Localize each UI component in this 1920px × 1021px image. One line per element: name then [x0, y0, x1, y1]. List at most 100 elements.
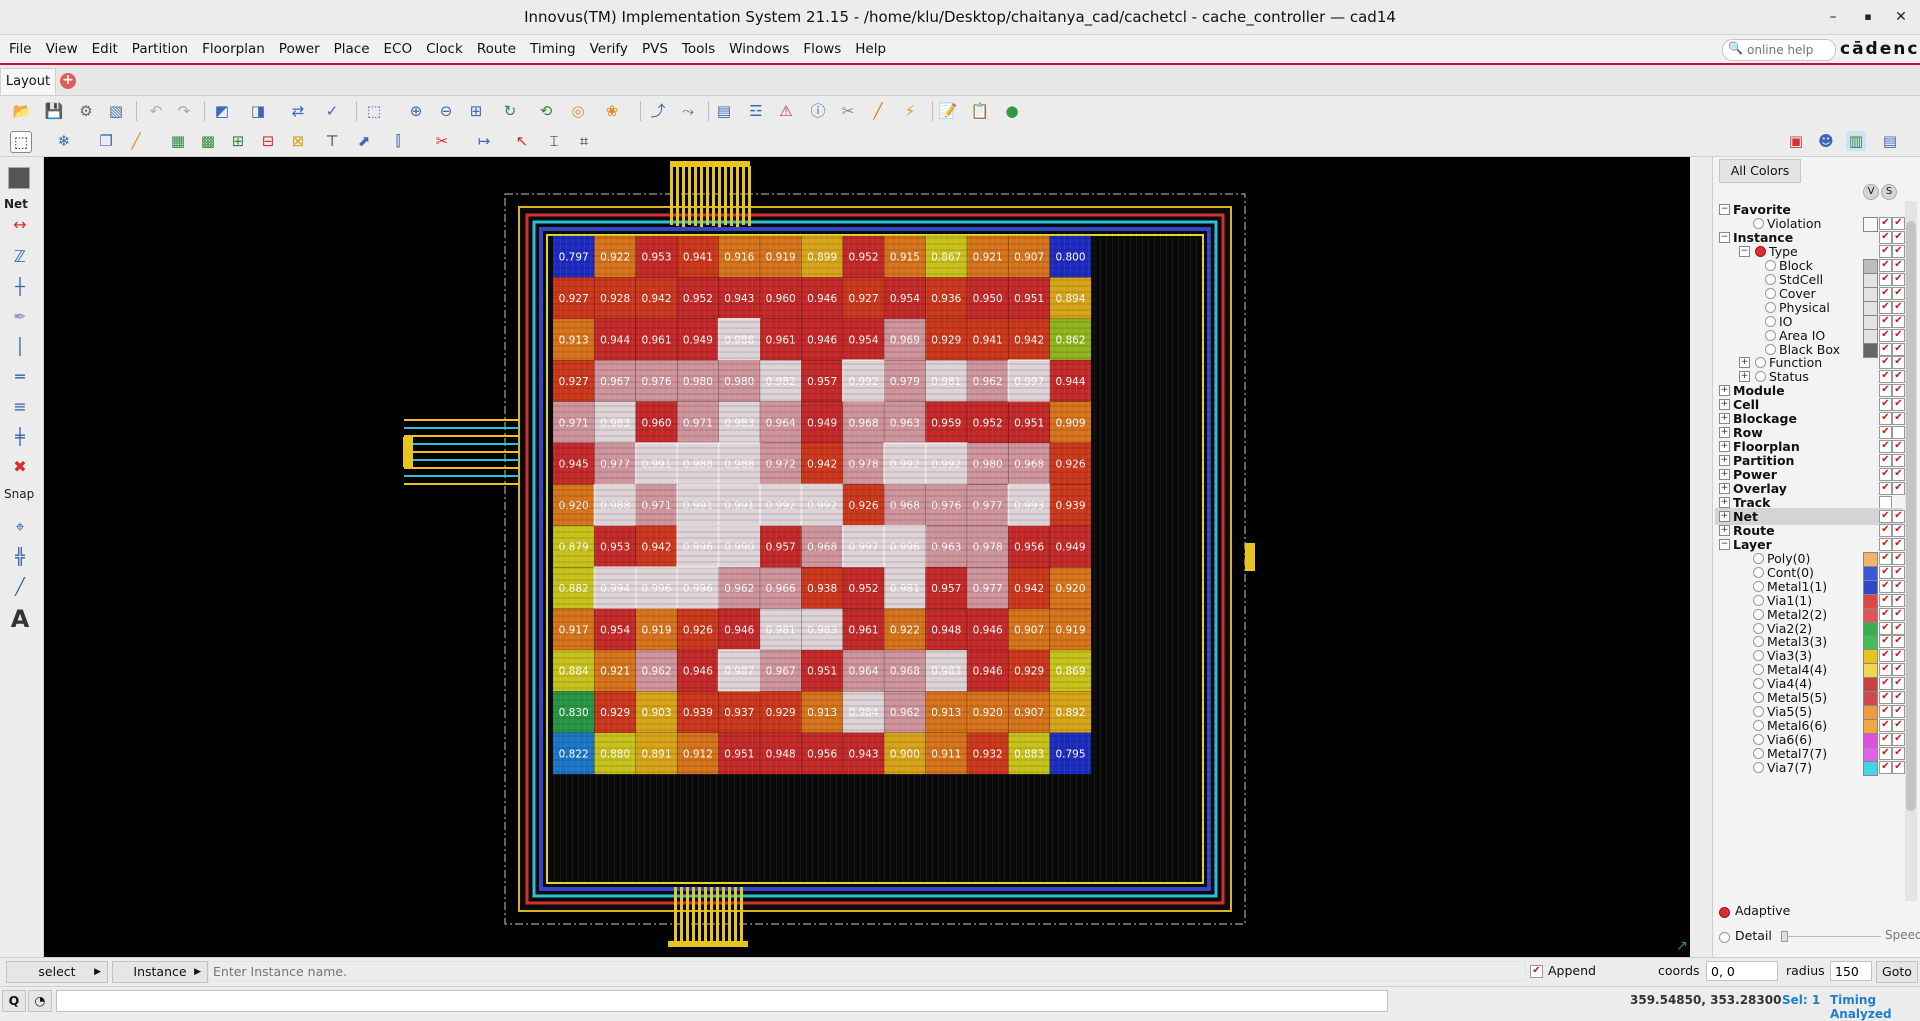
menu-partition[interactable]: Partition [125, 35, 195, 63]
instance-name-input[interactable] [208, 961, 1526, 981]
menu-file[interactable]: File [2, 35, 39, 63]
selectable-radio[interactable] [1765, 315, 1776, 327]
menu-verify[interactable]: Verify [583, 35, 635, 63]
expand-icon[interactable]: + [1719, 510, 1730, 522]
menu-help[interactable]: Help [848, 35, 893, 63]
snap-grid-icon[interactable]: ⌖ [6, 515, 34, 539]
redraw-icon[interactable]: ⟲ [536, 101, 556, 121]
menu-flows[interactable]: Flows [796, 35, 848, 63]
visible-checkbox[interactable]: ✔ [1879, 761, 1892, 774]
selectable-radio[interactable] [1753, 580, 1764, 592]
menu-view[interactable]: View [39, 35, 85, 63]
speed-slider-handle[interactable] [1781, 931, 1788, 942]
expand-icon[interactable]: + [1719, 385, 1730, 397]
menu-timing[interactable]: Timing [523, 35, 583, 63]
panel-scrollbar-thumb[interactable] [1906, 221, 1916, 811]
online-help-search[interactable]: 🔍 [1722, 39, 1836, 61]
expand-icon[interactable]: + [1719, 455, 1730, 467]
route-check-icon[interactable]: ✓ [322, 101, 342, 121]
tree-item-via7-7[interactable]: Via7(7) ✔ ✔ [1715, 759, 1905, 776]
resize-corner-icon[interactable]: ↗ [1676, 938, 1688, 954]
expand-icon[interactable]: + [1719, 427, 1730, 439]
align-icon[interactable]: ⫿ [388, 131, 408, 151]
multi-select-icon[interactable]: ⌗ [574, 131, 594, 151]
timer-icon[interactable]: ◔ [28, 990, 52, 1012]
selectable-toggle-button[interactable]: S [1881, 184, 1897, 200]
menu-place[interactable]: Place [327, 35, 377, 63]
color-layer-icon[interactable] [8, 167, 30, 189]
connectivity-icon[interactable]: ⤳ [678, 101, 698, 121]
diagonal-wire-icon[interactable]: ╱ [6, 575, 34, 599]
route-icon[interactable]: ⇄ [288, 101, 308, 121]
close-button[interactable]: ✕ [1888, 6, 1914, 28]
zoom-out-icon[interactable]: ⊖ [436, 101, 456, 121]
layout-canvas[interactable]: 0.7970.9220.9530.9410.9160.9190.8990.952… [44, 157, 1690, 957]
selectable-radio[interactable] [1753, 748, 1764, 760]
selectable-checkbox[interactable]: ✔ [1892, 761, 1905, 774]
expand-icon[interactable]: + [1719, 483, 1730, 494]
selectable-radio[interactable] [1753, 622, 1764, 634]
text-tool-icon[interactable]: A [6, 607, 34, 631]
spacing-icon[interactable]: ≡ [6, 395, 34, 419]
clipboard-icon[interactable]: 📋 [970, 101, 990, 121]
visible-toggle-button[interactable]: V [1863, 184, 1879, 200]
detail-radio[interactable] [1719, 932, 1730, 943]
selectable-radio[interactable] [1753, 608, 1764, 620]
menu-pvs[interactable]: PVS [635, 35, 675, 63]
expand-icon[interactable]: + [1719, 413, 1730, 425]
tab-layout[interactable]: Layout [0, 68, 56, 95]
place-design-icon[interactable]: ◩ [212, 101, 232, 121]
selectable-radio[interactable] [1753, 650, 1764, 662]
selectable-radio[interactable] [1753, 217, 1764, 229]
selectable-radio[interactable] [1765, 273, 1776, 285]
refresh-icon[interactable]: ↻ [500, 101, 520, 121]
selectable-radio[interactable] [1753, 720, 1764, 732]
place-cells-icon[interactable]: ◨ [248, 101, 268, 121]
add-instance-icon[interactable]: ⊞ [228, 131, 248, 151]
select-tool-icon[interactable]: ⬚ [10, 131, 32, 153]
expand-icon[interactable]: + [1719, 399, 1730, 411]
snap-track-icon[interactable]: ╬ [6, 545, 34, 569]
layout-view-icon[interactable]: ▣ [1786, 131, 1806, 151]
script-icon[interactable]: 📝 [938, 101, 958, 121]
selectable-radio[interactable] [1765, 301, 1776, 313]
selectable-radio[interactable] [1753, 692, 1764, 704]
pen-icon[interactable]: ✒ [6, 305, 34, 329]
maximize-button[interactable]: ▪ [1855, 6, 1881, 28]
menu-power[interactable]: Power [272, 35, 327, 63]
text-cursor-icon[interactable]: ⌶ [544, 131, 564, 151]
debug-icon[interactable]: ✂ [838, 101, 858, 121]
settings-gear-icon[interactable]: ⚙ [76, 101, 96, 121]
menu-floorplan[interactable]: Floorplan [195, 35, 272, 63]
zoom-in-icon[interactable]: ⊕ [406, 101, 426, 121]
save-design-icon[interactable]: ▧ [106, 101, 126, 121]
selectable-radio[interactable] [1765, 343, 1776, 355]
menu-clock[interactable]: Clock [419, 35, 470, 63]
selectable-radio[interactable] [1753, 734, 1764, 746]
menu-tools[interactable]: Tools [675, 35, 722, 63]
query-button[interactable]: Q [2, 990, 26, 1012]
selectable-radio[interactable] [1753, 636, 1764, 648]
collapse-icon[interactable]: − [1719, 538, 1730, 550]
copy-icon[interactable]: ❐ [96, 131, 116, 151]
expand-icon[interactable]: + [1739, 371, 1750, 383]
coords-input[interactable] [1706, 961, 1778, 981]
minimize-button[interactable]: – [1820, 6, 1846, 28]
cell-icon[interactable]: ▩ [198, 131, 218, 151]
open-folder-icon[interactable]: 📂 [12, 101, 32, 121]
selectable-radio[interactable] [1765, 329, 1776, 341]
run-icon[interactable]: ● [1002, 101, 1022, 121]
panel-toggle-icon[interactable]: ▥ [1846, 131, 1866, 151]
snowflake-icon[interactable]: ❄ [54, 131, 74, 151]
zoom-select-icon[interactable]: ⬚ [364, 101, 384, 121]
select-mode-button[interactable]: select ▶ [6, 961, 108, 983]
selectable-radio[interactable] [1755, 357, 1766, 369]
radius-input[interactable] [1830, 961, 1872, 981]
selectable-radio[interactable] [1753, 664, 1764, 676]
split-wire-icon[interactable]: ╪ [6, 425, 34, 449]
selectable-radio[interactable] [1753, 594, 1764, 606]
expand-icon[interactable]: + [1719, 496, 1730, 508]
horizontal-wire-icon[interactable]: ═ [6, 365, 34, 389]
highlight-icon[interactable]: ❀ [602, 101, 622, 121]
selectable-radio[interactable] [1753, 552, 1764, 564]
